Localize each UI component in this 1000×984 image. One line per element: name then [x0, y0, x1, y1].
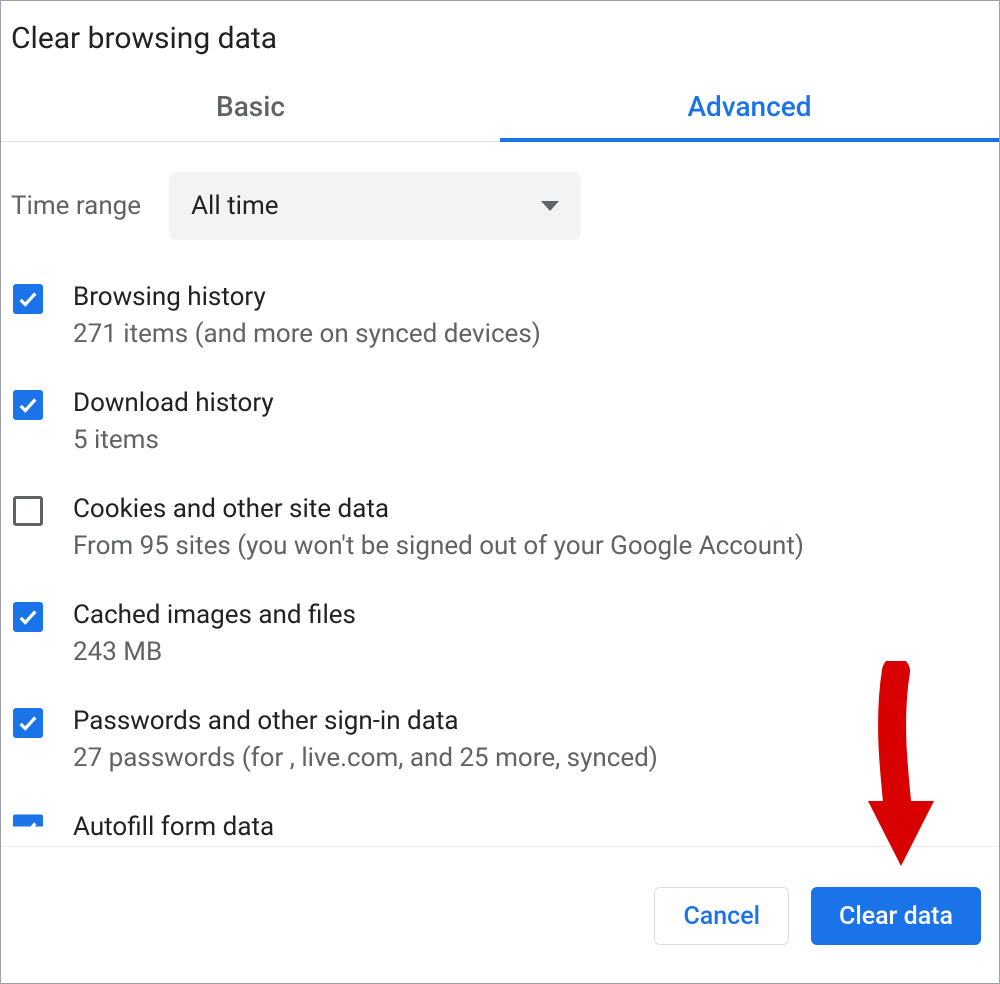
- tab-advanced[interactable]: Advanced: [500, 80, 999, 141]
- time-range-select[interactable]: All time: [169, 172, 581, 240]
- item-title: Download history: [73, 386, 274, 421]
- dialog-body: Time range All time Browsing history 271…: [1, 142, 999, 846]
- list-item: Passwords and other sign-in data 27 pass…: [9, 688, 991, 794]
- list-item: Cookies and other site data From 95 site…: [9, 476, 991, 582]
- checkbox-cached-files[interactable]: [13, 602, 43, 632]
- clear-browsing-data-dialog: Clear browsing data Basic Advanced Time …: [0, 0, 1000, 984]
- dialog-footer: Cancel Clear data: [1, 846, 999, 983]
- list-item: Browsing history 271 items (and more on …: [9, 264, 991, 370]
- check-icon: [17, 288, 39, 310]
- tabs: Basic Advanced: [1, 80, 999, 142]
- item-title: Autofill form data: [73, 810, 274, 845]
- item-subtitle: From 95 sites (you won't be signed out o…: [73, 527, 804, 566]
- tab-basic[interactable]: Basic: [1, 80, 500, 141]
- check-icon: [17, 712, 39, 734]
- item-subtitle: 271 items (and more on synced devices): [73, 315, 541, 354]
- time-range-row: Time range All time: [1, 142, 999, 240]
- checkbox-cookies[interactable]: [13, 496, 43, 526]
- dialog-title: Clear browsing data: [1, 1, 999, 80]
- item-title: Cookies and other site data: [73, 492, 804, 527]
- time-range-value: All time: [191, 191, 278, 221]
- check-icon: [17, 818, 39, 840]
- check-icon: [17, 394, 39, 416]
- check-icon: [17, 606, 39, 628]
- chevron-down-icon: [541, 201, 559, 211]
- item-title: Passwords and other sign-in data: [73, 704, 658, 739]
- list-item: Cached images and files 243 MB: [9, 582, 991, 688]
- item-subtitle: 243 MB: [73, 633, 356, 672]
- item-title: Cached images and files: [73, 598, 356, 633]
- time-range-label: Time range: [11, 191, 141, 221]
- list-item: Download history 5 items: [9, 370, 991, 476]
- item-subtitle: 5 items: [73, 421, 274, 460]
- checkbox-download-history[interactable]: [13, 390, 43, 420]
- checkbox-browsing-history[interactable]: [13, 284, 43, 314]
- checkbox-passwords[interactable]: [13, 708, 43, 738]
- clear-data-button[interactable]: Clear data: [811, 887, 981, 945]
- item-subtitle: 27 passwords (for , live.com, and 25 mor…: [73, 739, 658, 778]
- cancel-button[interactable]: Cancel: [654, 887, 789, 945]
- list-item: Autofill form data: [9, 794, 991, 845]
- checkbox-autofill[interactable]: [13, 814, 43, 844]
- item-title: Browsing history: [73, 280, 541, 315]
- data-type-list: Browsing history 271 items (and more on …: [1, 240, 999, 846]
